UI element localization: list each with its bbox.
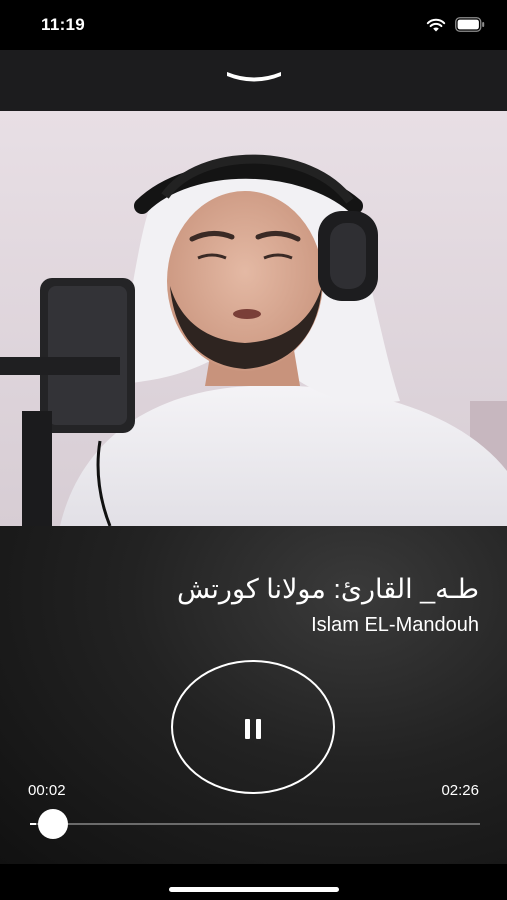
bottom-area — [0, 864, 507, 900]
battery-icon — [455, 17, 485, 32]
track-artist: Islam EL-Mandouh — [311, 614, 479, 636]
progress-thumb[interactable] — [38, 809, 68, 839]
status-time: 11:19 — [41, 15, 86, 34]
track-title: طـه_ القارئ: مولانا كورتش — [176, 574, 479, 604]
chevron-down-icon[interactable] — [223, 66, 285, 92]
pause-button[interactable] — [171, 660, 335, 794]
progress-fill — [30, 823, 37, 825]
time-total: 02:26 — [441, 782, 479, 799]
player-header — [0, 50, 507, 111]
album-artwork — [0, 111, 507, 526]
wifi-icon — [426, 18, 446, 32]
time-elapsed: 00:02 — [28, 782, 66, 799]
home-indicator[interactable] — [169, 887, 339, 892]
status-bar: 11:19 — [0, 0, 507, 50]
now-playing-panel: طـه_ القارئ: مولانا كورتش Islam EL-Mando… — [0, 526, 507, 864]
progress-slider[interactable] — [30, 809, 480, 839]
